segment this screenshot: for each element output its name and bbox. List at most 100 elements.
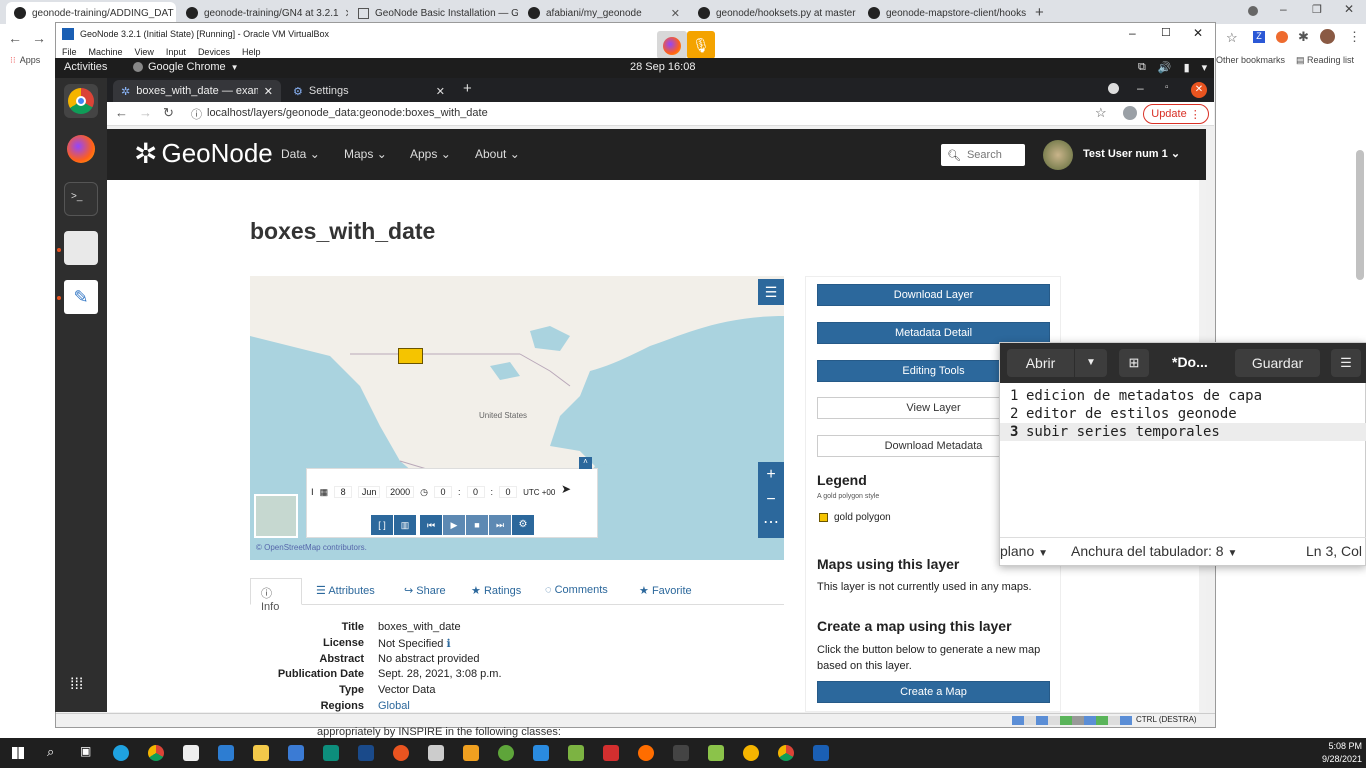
menu-help[interactable]: Help xyxy=(242,47,261,57)
gold-polygon-feature[interactable] xyxy=(398,348,423,364)
app-icon[interactable] xyxy=(288,745,304,761)
virtualbox-icon[interactable] xyxy=(813,745,829,761)
cursor-position[interactable]: Ln 3, Col 2 xyxy=(1306,543,1366,559)
menu-icon[interactable]: ⋮ xyxy=(1348,29,1361,45)
nav-data[interactable]: Data ⌄ xyxy=(281,147,320,161)
chrome-icon[interactable] xyxy=(148,745,164,761)
other-bookmarks[interactable]: Other bookmarks xyxy=(1216,55,1285,65)
restore-button[interactable]: ❐ xyxy=(1312,3,1322,16)
host-tab[interactable]: geonode-mapstore-client/hooks✕ xyxy=(860,2,1028,24)
search-icon[interactable]: ⌕ xyxy=(47,744,54,760)
puzzle-icon[interactable]: ✱ xyxy=(1298,29,1309,45)
menu-devices[interactable]: Devices xyxy=(198,47,230,57)
tab-comments[interactable]: ◌ Comments xyxy=(545,584,608,596)
tab-ratings[interactable]: ★ Ratings xyxy=(471,584,521,597)
nav-maps[interactable]: Maps ⌄ xyxy=(344,147,387,161)
update-button[interactable]: Update ⋮ xyxy=(1143,104,1209,124)
editor-text-area[interactable]: 1 edicion de metadatos de capa 2 editor … xyxy=(1000,387,1366,537)
app-icon[interactable] xyxy=(323,745,339,761)
new-tab-button[interactable]: ⊞ xyxy=(1119,349,1149,377)
hour-field[interactable]: 0 xyxy=(434,486,453,498)
search-input[interactable]: 🔍︎ Search xyxy=(941,144,1025,166)
play-button[interactable]: ▶ xyxy=(443,515,465,535)
app-icon[interactable] xyxy=(638,745,654,761)
extension-icon[interactable] xyxy=(1276,31,1288,43)
background-selector[interactable] xyxy=(254,494,298,538)
new-tab-button[interactable]: + xyxy=(463,80,472,97)
folder-icon[interactable] xyxy=(253,745,269,761)
maximize-button[interactable]: ☐ xyxy=(1161,26,1171,39)
app-icon[interactable] xyxy=(218,745,234,761)
avatar[interactable] xyxy=(1043,140,1073,170)
powershell-icon[interactable] xyxy=(358,745,374,761)
avatar[interactable] xyxy=(1123,106,1137,120)
close-icon[interactable]: ✕ xyxy=(671,7,680,20)
language-selector[interactable]: plano ▼ xyxy=(1000,543,1048,559)
tab-boxes-with-date[interactable]: ✲ boxes_with_date — exam ✕ xyxy=(113,80,281,102)
tab-info[interactable]: ⓘ Info xyxy=(250,578,302,613)
activities-button[interactable]: Activities xyxy=(64,61,107,73)
year-field[interactable]: 2000 xyxy=(386,486,415,498)
create-map-button[interactable]: Create a Map xyxy=(817,681,1050,703)
settings-button[interactable]: ⚙ xyxy=(512,515,534,535)
dock-files[interactable] xyxy=(64,231,98,265)
app-icon[interactable] xyxy=(673,745,689,761)
metadata-detail-button[interactable]: Metadata Detail xyxy=(817,322,1050,344)
avatar[interactable] xyxy=(1320,29,1335,44)
open-button[interactable]: Abrir xyxy=(1007,349,1074,377)
url-bar[interactable]: localhost/layers/geonode_data:geonode:bo… xyxy=(207,107,488,119)
menu-view[interactable]: View xyxy=(135,47,154,57)
collapse-timeline-button[interactable]: ˄ xyxy=(579,457,592,469)
menu-machine[interactable]: Machine xyxy=(89,47,123,57)
more-options-button[interactable]: ⋯ xyxy=(758,512,784,537)
app-icon[interactable] xyxy=(708,745,724,761)
system-tray[interactable]: ⧉ 🔊 ▮ ▾ xyxy=(1138,61,1207,74)
close-icon[interactable]: ✕ xyxy=(436,85,445,98)
menu-input[interactable]: Input xyxy=(166,47,186,57)
windows-start-icon[interactable] xyxy=(12,747,24,759)
tab-width-selector[interactable]: Anchura del tabulador: 8 ▼ xyxy=(1071,543,1237,559)
tab-share[interactable]: ↪ Share xyxy=(404,584,446,597)
host-tab[interactable]: afabiani/my_geonode ✕ xyxy=(520,2,688,24)
zoom-out-button[interactable]: − xyxy=(758,487,784,512)
edge-icon[interactable] xyxy=(113,745,129,761)
close-icon[interactable]: ✕ xyxy=(345,7,348,20)
info-value-link[interactable]: Global xyxy=(378,700,410,712)
menu-button[interactable]: ☰ xyxy=(1331,349,1361,377)
chrome-icon[interactable] xyxy=(778,745,794,761)
info-icon[interactable]: ⓘ xyxy=(191,106,202,122)
reading-list[interactable]: ▤ Reading list xyxy=(1296,55,1354,66)
minimize-button[interactable]: – xyxy=(1280,2,1287,16)
task-view-icon[interactable]: ▣ xyxy=(80,744,91,758)
month-field[interactable]: Jun xyxy=(358,486,381,498)
close-window-button[interactable]: ✕ xyxy=(1344,2,1354,16)
step-back-button[interactable]: ⏮ xyxy=(420,515,442,535)
nav-about[interactable]: About ⌄ xyxy=(475,147,520,161)
restore-button[interactable]: ▫ xyxy=(1165,82,1169,93)
close-icon[interactable]: ✕ xyxy=(264,85,273,98)
host-scrollbar[interactable] xyxy=(1356,150,1364,280)
stop-button[interactable]: ■ xyxy=(466,515,488,535)
close-button[interactable]: ✕ xyxy=(1193,26,1203,40)
download-layer-button[interactable]: Download Layer xyxy=(817,284,1050,306)
clock[interactable]: 28 Sep 16:08 xyxy=(630,61,695,73)
day-field[interactable]: 8 xyxy=(334,486,353,498)
firefox-icon[interactable] xyxy=(657,31,687,59)
host-tab[interactable]: geonode/hooksets.py at master✕ xyxy=(690,2,858,24)
geonode-logo[interactable]: ✲ GeoNode xyxy=(134,137,273,170)
new-tab-button[interactable]: + xyxy=(1035,4,1044,21)
app-icon[interactable] xyxy=(428,745,444,761)
minimize-button[interactable]: – xyxy=(1129,26,1136,40)
app-menu[interactable]: Google Chrome ▼ xyxy=(133,61,239,73)
tab-attributes[interactable]: ☰ Attributes xyxy=(316,584,375,597)
tab-favorite[interactable]: ★ Favorite xyxy=(639,584,692,597)
back-icon[interactable]: ← xyxy=(8,30,22,46)
user-menu[interactable]: Test User num 1 ⌄ xyxy=(1083,147,1180,160)
vscode-icon[interactable] xyxy=(533,745,549,761)
map-menu-button[interactable]: ☰ xyxy=(758,279,784,305)
map-viewer[interactable]: United States ☰ + − ⋯ © OpenStreetMap co… xyxy=(250,276,784,560)
open-dropdown-button[interactable]: ▼ xyxy=(1075,349,1107,377)
dock-terminal[interactable]: >_ xyxy=(64,182,98,216)
app-icon[interactable] xyxy=(743,745,759,761)
dock-firefox[interactable] xyxy=(64,132,98,166)
